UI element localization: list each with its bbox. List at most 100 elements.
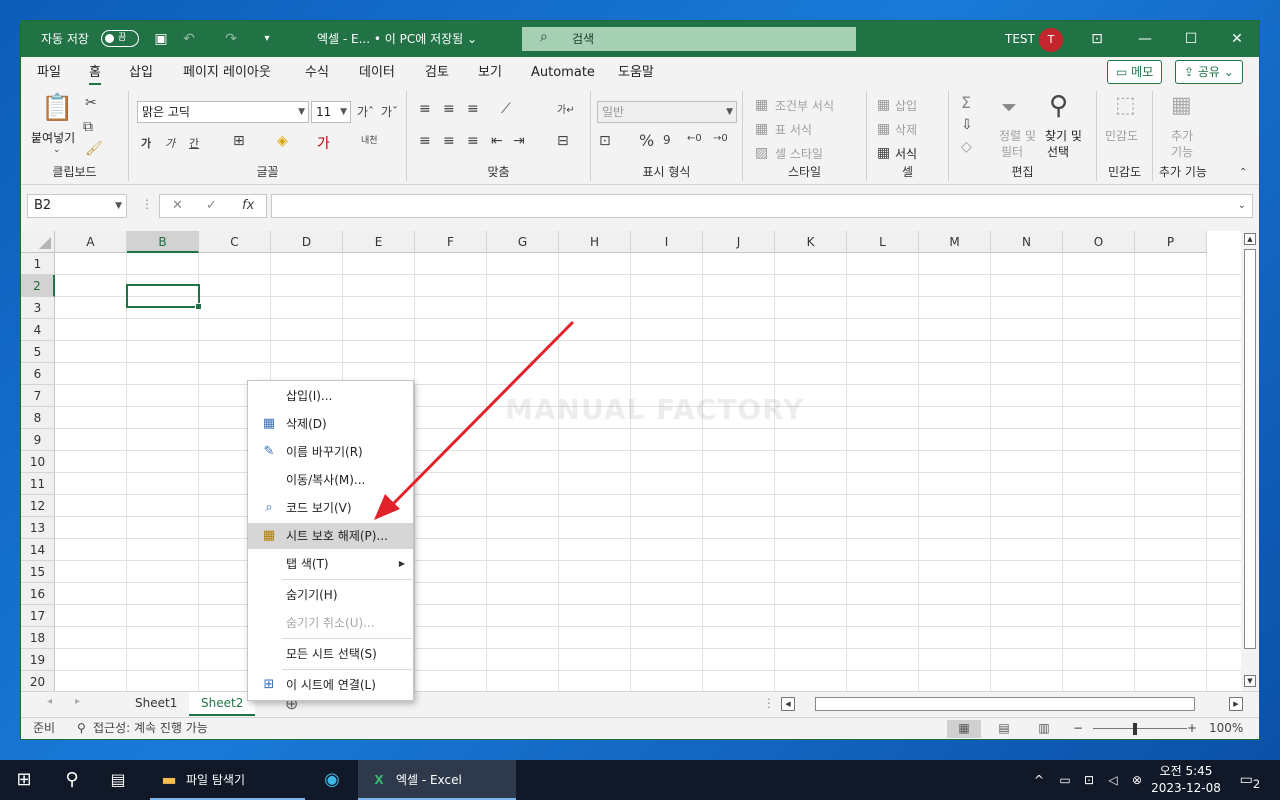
- search-taskbar-icon[interactable]: ⚲: [58, 760, 86, 800]
- row-header-9[interactable]: 9: [21, 429, 55, 451]
- menu-item-select-all-sheets[interactable]: 모든 시트 선택(S): [248, 641, 413, 667]
- memo-button[interactable]: ▭ 메모: [1107, 60, 1163, 84]
- percent-icon[interactable]: %: [639, 131, 654, 150]
- row-header-4[interactable]: 4: [21, 319, 55, 341]
- row-header-13[interactable]: 13: [21, 517, 55, 539]
- column-header-j[interactable]: J: [703, 231, 775, 253]
- fill-color-icon[interactable]: ◈: [277, 133, 288, 149]
- tab-insert[interactable]: 삽입: [129, 57, 153, 89]
- column-header-l[interactable]: L: [847, 231, 919, 253]
- taskbar-excel[interactable]: X 엑셀 - Excel: [358, 760, 516, 800]
- menu-item-rename[interactable]: ✎ 이름 바꾸기(R): [248, 439, 413, 465]
- maximize-icon[interactable]: ☐: [1181, 29, 1201, 49]
- cell-styles-icon[interactable]: ▨: [755, 145, 768, 161]
- find-select-label-2[interactable]: 선택: [1047, 143, 1069, 160]
- autosave-toggle[interactable]: 끔: [101, 30, 139, 47]
- column-header-d[interactable]: D: [271, 231, 343, 253]
- sensitivity-icon[interactable]: ⬚: [1115, 93, 1136, 118]
- zoom-in-icon[interactable]: +: [1187, 718, 1197, 738]
- column-header-n[interactable]: N: [991, 231, 1063, 253]
- horizontal-scroll-thumb[interactable]: [815, 697, 1195, 711]
- page-layout-view-icon[interactable]: ▤: [987, 720, 1021, 738]
- column-header-m[interactable]: M: [919, 231, 991, 253]
- sort-filter-label-2[interactable]: 필터: [1001, 143, 1023, 160]
- cancel-icon[interactable]: ✕: [172, 195, 183, 217]
- paste-dropdown-icon[interactable]: ⌄: [53, 145, 61, 155]
- increase-decimal-icon[interactable]: ←0: [687, 133, 702, 144]
- decrease-indent-icon[interactable]: ⇤: [491, 133, 503, 149]
- paste-icon[interactable]: 📋: [41, 93, 73, 123]
- decrease-font-icon[interactable]: 가ˇ: [381, 103, 398, 120]
- avatar[interactable]: T: [1039, 28, 1063, 52]
- close-icon[interactable]: ✕: [1227, 29, 1247, 49]
- fill-icon[interactable]: ⇩: [961, 117, 973, 133]
- paste-label[interactable]: 붙여넣기: [31, 129, 75, 146]
- copy-icon[interactable]: ⧉: [83, 119, 93, 135]
- font-name-select[interactable]: 맑은 고딕 ▼: [137, 101, 309, 123]
- select-all-button[interactable]: [21, 231, 55, 253]
- task-view-icon[interactable]: ▤: [104, 760, 132, 800]
- worksheet-grid[interactable]: ABCDEFGHIJKLMNOP 1 2 3 4 5 6 7 8 9 10 11 12 13 14 15 16…: [21, 231, 1241, 691]
- tab-data[interactable]: 데이터: [359, 57, 395, 89]
- format-cells-label[interactable]: 서식: [895, 145, 917, 162]
- column-header-k[interactable]: K: [775, 231, 847, 253]
- align-middle-icon[interactable]: ≡: [443, 101, 455, 117]
- sort-filter-label-1[interactable]: 정렬 및: [999, 127, 1036, 144]
- clear-icon[interactable]: ◇: [961, 139, 972, 155]
- align-right-icon[interactable]: ≡: [467, 133, 479, 149]
- formula-input[interactable]: ⌄: [271, 194, 1253, 218]
- delete-cells-label[interactable]: 삭제: [895, 121, 917, 138]
- sheet-tab-sheet1[interactable]: Sheet1: [123, 692, 189, 716]
- column-header-b[interactable]: B: [127, 231, 199, 253]
- quick-access-menu-icon[interactable]: ▾: [257, 29, 277, 49]
- cut-icon[interactable]: ✂: [85, 95, 97, 111]
- conditional-format-icon[interactable]: ▦: [755, 97, 768, 113]
- format-painter-icon[interactable]: 🖌: [85, 141, 103, 157]
- zoom-slider-thumb[interactable]: [1133, 723, 1137, 735]
- menu-item-tab-color[interactable]: 탭 색(T) ▶: [248, 551, 413, 577]
- vertical-scrollbar[interactable]: ▲ ▼: [1241, 231, 1259, 691]
- sort-filter-icon[interactable]: ⏷: [1001, 95, 1017, 119]
- status-tray-icon[interactable]: ⊗: [1128, 760, 1146, 800]
- row-header-10[interactable]: 10: [21, 451, 55, 473]
- vertical-scroll-thumb[interactable]: [1244, 249, 1256, 649]
- addins-button-2[interactable]: 기능: [1171, 143, 1193, 160]
- scroll-left-icon[interactable]: ◀: [781, 697, 795, 711]
- cell-styles-label[interactable]: 셀 스타일: [775, 145, 823, 162]
- increase-indent-icon[interactable]: ⇥: [513, 133, 525, 149]
- comma-icon[interactable]: 9: [663, 133, 671, 147]
- addins-button-1[interactable]: 추가: [1171, 127, 1193, 144]
- autosum-icon[interactable]: Σ: [961, 93, 971, 112]
- clock[interactable]: 오전 5:45 2023-12-08: [1148, 763, 1224, 797]
- row-header-1[interactable]: 1: [21, 253, 55, 275]
- merge-cells-icon[interactable]: ⊟: [557, 133, 569, 149]
- row-header-15[interactable]: 15: [21, 561, 55, 583]
- taskbar-explorer[interactable]: ▬ 파일 탐색기: [150, 760, 305, 800]
- tab-home[interactable]: 홈: [89, 57, 101, 89]
- tab-page-layout[interactable]: 페이지 레이아웃: [183, 57, 271, 89]
- scroll-down-icon[interactable]: ▼: [1244, 675, 1256, 687]
- menu-item-insert[interactable]: 삽입(I)...: [248, 383, 413, 409]
- column-header-a[interactable]: A: [55, 231, 127, 253]
- find-select-label-1[interactable]: 찾기 및: [1045, 127, 1082, 144]
- menu-item-unprotect-sheet[interactable]: ▦ 시트 보호 해제(P)...: [248, 523, 413, 549]
- network-icon[interactable]: ⊡: [1080, 760, 1098, 800]
- row-header-6[interactable]: 6: [21, 363, 55, 385]
- next-sheet-icon[interactable]: ▸: [75, 696, 80, 707]
- expand-formula-icon[interactable]: ⌄: [1238, 195, 1246, 217]
- share-button[interactable]: ⇪ 공유 ⌄: [1175, 60, 1243, 84]
- selected-cell[interactable]: [126, 284, 202, 310]
- zoom-slider[interactable]: [1093, 728, 1187, 729]
- scroll-right-icon[interactable]: ▶: [1229, 697, 1243, 711]
- column-header-o[interactable]: O: [1063, 231, 1135, 253]
- row-header-3[interactable]: 3: [21, 297, 55, 319]
- undo-icon[interactable]: ↶: [179, 29, 199, 49]
- insert-cells-icon[interactable]: ▦: [877, 97, 890, 113]
- insert-function-icon[interactable]: fx: [242, 195, 254, 217]
- accounting-format-icon[interactable]: ⊡: [599, 133, 611, 149]
- prev-sheet-icon[interactable]: ◂: [47, 696, 52, 707]
- tab-review[interactable]: 검토: [425, 57, 449, 89]
- column-header-h[interactable]: H: [559, 231, 631, 253]
- row-header-2[interactable]: 2: [21, 275, 55, 297]
- align-bottom-icon[interactable]: ≡: [467, 101, 479, 117]
